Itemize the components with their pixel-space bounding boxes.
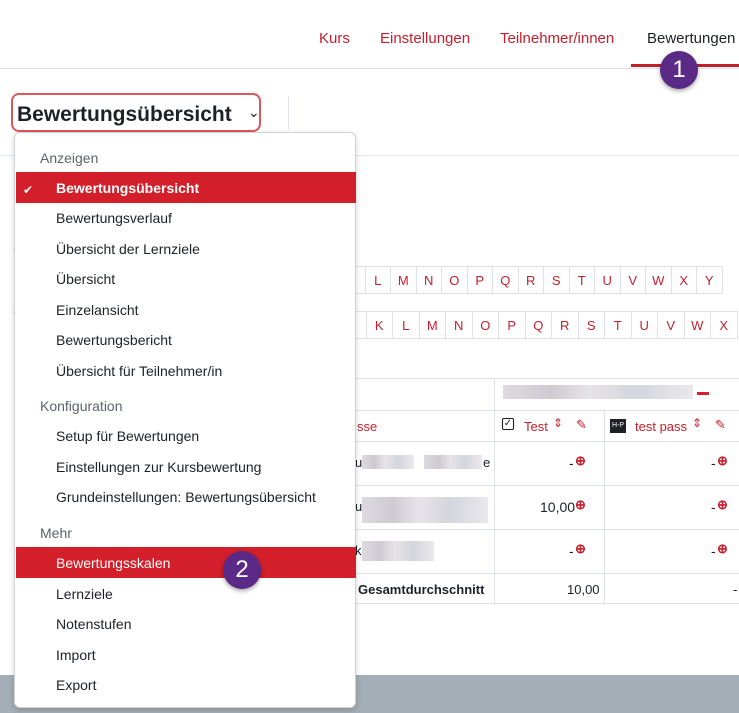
blurred-name [362,541,434,561]
menu-item-bewertungsskalen[interactable]: Bewertungsskalen [56,555,170,571]
tab-kurs[interactable]: Kurs [319,30,350,47]
initial-letter-m[interactable]: M [391,266,417,294]
blurred-name [424,455,482,469]
grade-value: - [569,543,574,559]
assignment-icon: ✓ [502,418,514,430]
menu-heading-anzeigen: Anzeigen [40,150,99,166]
menu-item-lernziele[interactable]: Lernziele [56,586,113,602]
menu-item-lernziele-uebersicht[interactable]: Übersicht der Lernziele [56,241,200,257]
tab-bewertungen[interactable]: Bewertungen [647,30,735,47]
menu-item-setup[interactable]: Setup für Bewertungen [56,428,199,444]
checkmark-icon: ✔ [23,183,34,197]
grade-value: - [569,455,574,471]
report-selector[interactable]: Bewertungsübersicht ⌄ [11,93,261,132]
initial-letter-l[interactable]: L [365,266,391,294]
initial-letter-v[interactable]: V [620,266,646,294]
grade-value: 10,00 [540,499,576,515]
grader-table [340,378,739,604]
menu-item-kursbewertung[interactable]: Einstellungen zur Kursbewertung [56,459,261,475]
grade-value: - [711,543,716,559]
initial-letter-x[interactable]: X [711,311,738,339]
h5p-icon: H-P [610,419,626,433]
initial-filter-lastname: JKLMNOPQRSTUVWX [340,311,738,339]
initial-letter-x[interactable]: X [671,266,697,294]
report-dropdown-menu: ✔ Anzeigen Bewertungsübersicht Bewertung… [14,132,356,708]
initial-letter-u[interactable]: U [631,311,658,339]
blurred-name [362,455,414,469]
overall-average-label: Gesamtdurchschnitt [358,582,485,597]
initial-letter-o[interactable]: O [472,311,499,339]
column-header-partial[interactable]: sse [357,419,377,434]
column-header-test-pass[interactable]: test pass [635,419,687,434]
top-navigation: Kurs Einstellungen Teilnehmer/innen Bewe… [0,0,739,69]
menu-item-grundeinstellungen[interactable]: Grundeinstellungen: Bewertungsübersicht [56,489,316,505]
initial-letter-n[interactable]: N [416,266,442,294]
tab-einstellungen[interactable]: Einstellungen [380,30,470,47]
student-name-partial: e [483,455,491,470]
menu-heading-mehr: Mehr [40,525,72,541]
initial-letter-w[interactable]: W [684,311,711,339]
initial-letter-s[interactable]: S [544,266,570,294]
grade-value: - [711,499,716,515]
menu-item-export[interactable]: Export [56,677,96,693]
divider [288,96,289,130]
menu-item-bewertungsbericht[interactable]: Bewertungsbericht [56,332,172,348]
zoom-in-icon[interactable]: ⊕ [575,541,586,557]
menu-item-bewertungsuebersicht[interactable]: Bewertungsübersicht [56,180,199,196]
menu-heading-konfiguration: Konfiguration [40,398,123,414]
initial-letter-n[interactable]: N [446,311,473,339]
initial-letter-u[interactable]: U [595,266,621,294]
grade-value: - [711,455,716,471]
initial-letter-v[interactable]: V [658,311,685,339]
menu-item-uebersicht[interactable]: Übersicht [56,271,115,287]
chevron-down-icon: ⌄ [248,104,260,120]
initial-letter-t[interactable]: T [605,311,632,339]
initial-letter-r[interactable]: R [552,311,579,339]
blurred-name [362,497,488,523]
tab-teilnehmer[interactable]: Teilnehmer/innen [500,30,614,47]
initial-letter-s[interactable]: S [578,311,605,339]
sort-icon[interactable]: ⇕ [692,416,702,430]
zoom-in-icon[interactable]: ⊕ [717,453,728,469]
overall-average-value: - [733,582,738,597]
sort-icon[interactable]: ⇕ [553,416,563,430]
zoom-in-icon[interactable]: ⊕ [575,497,586,513]
zoom-in-icon[interactable]: ⊕ [717,541,728,557]
initial-letter-w[interactable]: W [646,266,672,294]
menu-item-uebersicht-teilnehmer[interactable]: Übersicht für Teilnehmer/in [56,363,222,379]
step-badge-2: 2 [223,551,261,589]
initial-letter-p[interactable]: P [499,311,526,339]
initial-letter-o[interactable]: O [442,266,468,294]
initial-letter-q[interactable]: Q [525,311,552,339]
zoom-in-icon[interactable]: ⊕ [575,453,586,469]
edit-pencil-icon[interactable]: ✎ [715,417,726,433]
initial-filter-firstname: KLMNOPQRSTUVWXY [340,266,723,294]
initial-letter-m[interactable]: M [419,311,446,339]
menu-item-einzelansicht[interactable]: Einzelansicht [56,302,139,318]
initial-letter-p[interactable]: P [467,266,493,294]
overall-average-value: 10,00 [567,582,600,597]
blurred-course-title [503,385,693,399]
column-header-test[interactable]: Test [524,419,548,434]
zoom-in-icon[interactable]: ⊕ [717,497,728,513]
initial-letter-r[interactable]: R [518,266,544,294]
initial-letter-k[interactable]: K [366,311,393,339]
step-badge-1: 1 [660,51,698,89]
menu-item-import[interactable]: Import [56,647,96,663]
initial-letter-l[interactable]: L [393,311,420,339]
edit-pencil-icon[interactable]: ✎ [576,417,587,433]
menu-item-bewertungsverlauf[interactable]: Bewertungsverlauf [56,210,172,226]
menu-item-notenstufen[interactable]: Notenstufen [56,616,132,632]
collapse-marker [697,392,709,395]
report-selector-label: Bewertungsübersicht [17,103,232,126]
initial-letter-q[interactable]: Q [493,266,519,294]
initial-letter-t[interactable]: T [569,266,595,294]
initial-letter-y[interactable]: Y [697,266,723,294]
